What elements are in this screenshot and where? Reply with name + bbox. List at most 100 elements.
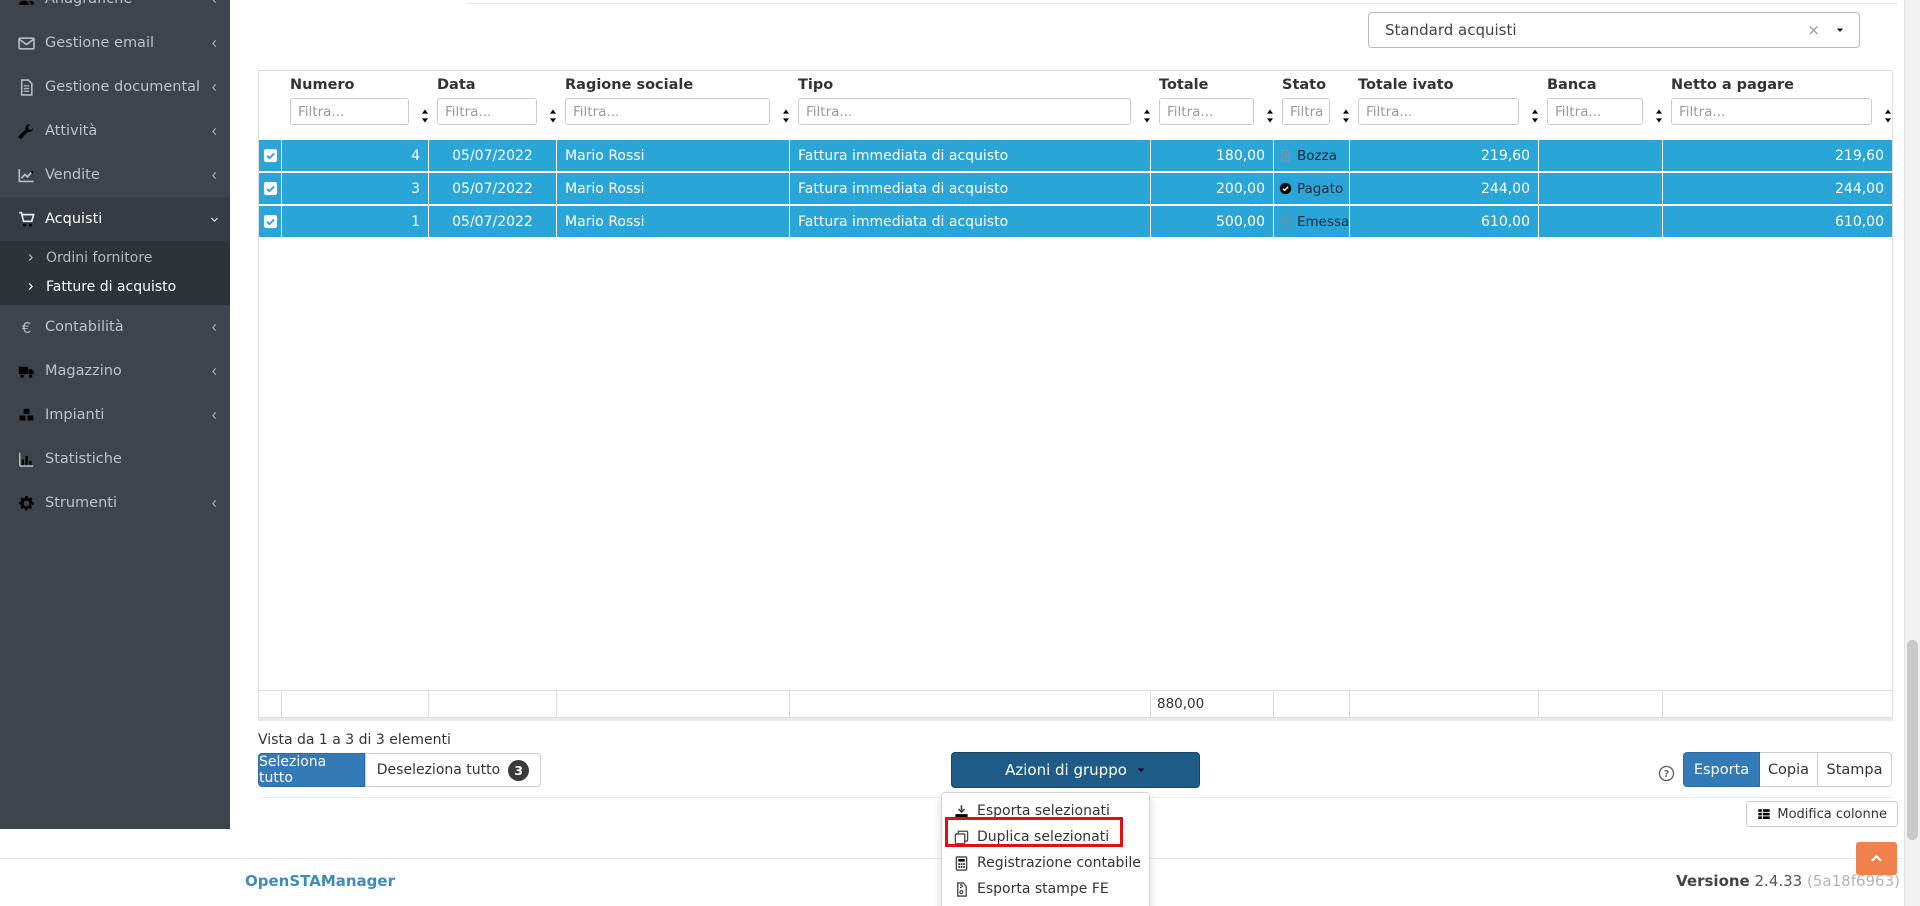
check-square-icon[interactable] (263, 148, 278, 163)
sort-icon[interactable] (1143, 109, 1151, 123)
cell-netto-a-pagare: 219,60 (1663, 140, 1892, 171)
sidebar-item-label: Magazzino (45, 363, 122, 379)
filter-input-totale[interactable] (1159, 98, 1254, 125)
clear-icon[interactable]: × (1807, 21, 1820, 39)
sidebar-item-acquisti[interactable]: Acquisti (0, 197, 230, 241)
filter-input-numero[interactable] (290, 98, 409, 125)
sort-icon[interactable] (1655, 109, 1663, 123)
help-icon[interactable] (1658, 765, 1675, 782)
cell-ragione-sociale: Mario Rossi (557, 140, 790, 171)
cell-stato: Emessa (1274, 206, 1350, 237)
column-label: Ragione sociale (565, 77, 694, 93)
card-top-border (467, 3, 1897, 4)
gear-icon (18, 495, 35, 512)
sidebar-item-fatture-di-acquisto[interactable]: Fatture di acquisto (0, 272, 230, 301)
sidebar-item-anagrafiche[interactable]: Anagrafiche (0, 0, 230, 21)
clock-icon (1279, 215, 1292, 228)
sort-icon[interactable] (1531, 109, 1539, 123)
edit-columns-button[interactable]: Modifica colonne (1746, 801, 1898, 827)
sidebar-item-statistiche[interactable]: Statistiche (0, 437, 230, 481)
chevron-left-icon (209, 322, 220, 333)
cell-totale: 180,00 (1151, 140, 1274, 171)
sidebar-item-strumenti[interactable]: Strumenti (0, 481, 230, 525)
sort-icon[interactable] (782, 109, 790, 123)
sort-icon[interactable] (1884, 109, 1892, 123)
sidebar-item-impianti[interactable]: Impianti (0, 393, 230, 437)
table-row[interactable]: 1 05/07/2022 Mario Rossi Fattura immedia… (259, 206, 1892, 237)
menu-item-duplica-selezionati[interactable]: Duplica selezionati (942, 824, 1149, 850)
chevron-down-icon (209, 214, 220, 225)
column-header-stato: Stato (1274, 71, 1350, 137)
deselect-all-button[interactable]: Deseleziona tutto 3 (365, 753, 541, 787)
footer-cell-tipo (790, 691, 1151, 717)
sidebar-item-ordini-fornitore[interactable]: Ordini fornitore (0, 243, 230, 272)
sort-icon[interactable] (421, 109, 429, 123)
export-button[interactable]: Esporta (1683, 752, 1760, 787)
column-header-totale-ivato: Totale ivato (1350, 71, 1539, 137)
cell-data: 05/07/2022 (429, 140, 557, 171)
check-square-icon[interactable] (263, 214, 278, 229)
sidebar-item-gestione-documentale[interactable]: Gestione documentale (0, 65, 230, 109)
sidebar-item-label: Gestione email (45, 35, 155, 51)
copy-button[interactable]: Copia (1760, 752, 1818, 787)
export-button-group: Esporta Copia Stampa (1683, 752, 1892, 787)
check-square-icon[interactable] (263, 181, 278, 196)
table-row[interactable]: 4 05/07/2022 Mario Rossi Fattura immedia… (259, 140, 1892, 171)
menu-item-label: Registrazione contabile (977, 855, 1141, 871)
cell-ragione-sociale: Mario Rossi (557, 173, 790, 204)
sort-icon[interactable] (549, 109, 557, 123)
sidebar-section-acquisti: Acquisti Ordini fornitore Fatture di acq… (0, 197, 230, 305)
sidebar: Anagrafiche Gestione email Gestione docu… (0, 0, 230, 829)
filter-input-stato[interactable] (1282, 98, 1330, 125)
print-label: Stampa (1826, 761, 1883, 778)
filter-input-tipo[interactable] (798, 98, 1131, 125)
menu-item-esporta-stampe-fe[interactable]: Esporta stampe FE (942, 876, 1149, 902)
filter-input-totale-ivato[interactable] (1358, 98, 1519, 125)
scroll-to-top-button[interactable] (1856, 842, 1897, 875)
cell-totale: 200,00 (1151, 173, 1274, 204)
chevron-left-icon (209, 170, 220, 181)
sidebar-item-gestione-email[interactable]: Gestione email (0, 21, 230, 65)
filter-input-ragione-sociale[interactable] (565, 98, 770, 125)
filter-input-banca[interactable] (1547, 98, 1643, 125)
group-actions-label: Azioni di gruppo (1005, 761, 1127, 779)
cell-tipo: Fattura immediata di acquisto (790, 140, 1151, 171)
filter-input-data[interactable] (437, 98, 537, 125)
sidebar-item-magazzino[interactable]: Magazzino (0, 349, 230, 393)
edit-columns-label: Modifica colonne (1777, 806, 1887, 822)
bar-chart-icon (18, 451, 35, 468)
footer-cell-totale: 880,00 (1151, 691, 1274, 717)
row-selected-cell (259, 140, 282, 171)
print-template-select[interactable]: Standard acquisti × (1368, 12, 1860, 48)
filter-input-netto-a-pagare[interactable] (1671, 98, 1872, 125)
menu-item-label: Duplica selezionati (977, 829, 1110, 845)
users-icon (18, 0, 35, 8)
cell-ragione-sociale: Mario Rossi (557, 206, 790, 237)
sort-icon[interactable] (1342, 109, 1350, 123)
angle-right-icon (25, 252, 36, 263)
chevron-left-icon (209, 0, 220, 5)
menu-item-esporta-xml[interactable]: Esporta XML (942, 902, 1149, 906)
table-row[interactable]: 3 05/07/2022 Mario Rossi Fattura immedia… (259, 173, 1892, 204)
menu-item-registrazione-contabile[interactable]: Registrazione contabile (942, 850, 1149, 876)
sort-icon[interactable] (1266, 109, 1274, 123)
select-all-button[interactable]: Seleziona tutto (258, 753, 365, 787)
deselect-all-label: Deseleziona tutto (376, 762, 501, 778)
print-button[interactable]: Stampa (1818, 752, 1892, 787)
brand-link[interactable]: OpenSTAManager (245, 872, 395, 890)
sidebar-item-vendite[interactable]: Vendite (0, 153, 230, 197)
group-actions-button[interactable]: Azioni di gruppo (951, 752, 1200, 788)
column-label: Totale ivato (1358, 77, 1454, 93)
menu-item-esporta-selezionati[interactable]: Esporta selezionati (942, 798, 1149, 824)
footer-cell-netto-a-pagare (1663, 691, 1892, 717)
scrollbar-thumb[interactable] (1907, 640, 1918, 840)
file-archive-icon (954, 882, 969, 897)
envelope-icon (18, 35, 35, 52)
cell-numero: 4 (282, 140, 429, 171)
cell-stato: Bozza (1274, 140, 1350, 171)
cell-numero: 3 (282, 173, 429, 204)
sidebar-item-attivita[interactable]: Attività (0, 109, 230, 153)
calculator-icon (954, 856, 969, 871)
sidebar-item-contabilita[interactable]: € Contabilità (0, 305, 230, 349)
vertical-scrollbar (1904, 0, 1920, 906)
